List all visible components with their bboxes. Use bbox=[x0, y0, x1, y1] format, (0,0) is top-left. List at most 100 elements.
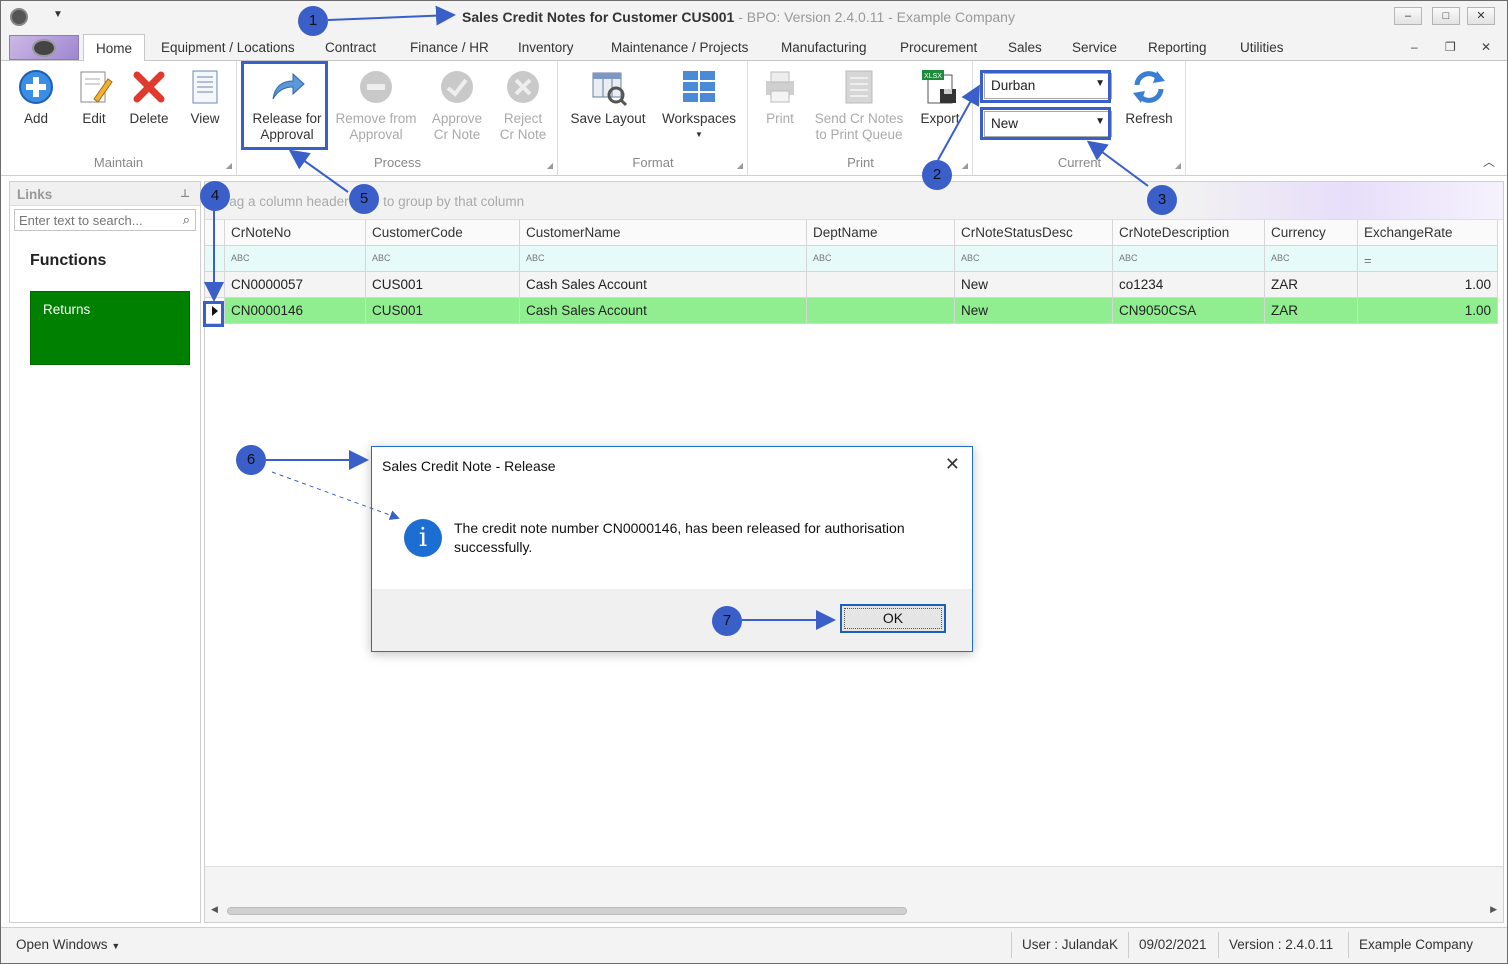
tab-sales[interactable]: Sales bbox=[1008, 40, 1042, 55]
links-search-input[interactable] bbox=[15, 210, 175, 230]
status-combo[interactable]: New ▼ bbox=[984, 111, 1112, 137]
title-bar: ▼ Sales Credit Notes for Customer CUS001… bbox=[1, 1, 1507, 34]
open-windows-dropdown[interactable]: Open Windows ▼ bbox=[16, 937, 120, 952]
group-launcher-icon[interactable]: ◢ bbox=[547, 161, 553, 170]
release-for-approval-button[interactable]: Release for Approval bbox=[246, 67, 328, 143]
cell-crnoteno[interactable]: CN0000057 bbox=[225, 272, 366, 298]
scrollbar-thumb[interactable] bbox=[227, 907, 907, 915]
site-combo[interactable]: Durban ▼ bbox=[984, 73, 1112, 99]
print-queue-icon bbox=[839, 67, 879, 107]
delete-icon bbox=[129, 67, 169, 107]
horizontal-scrollbar[interactable]: ◀ ▶ bbox=[209, 904, 1499, 918]
collapse-ribbon-icon[interactable]: ︿ bbox=[1483, 153, 1495, 170]
filter-customercode[interactable]: ABC bbox=[366, 246, 520, 272]
edit-button[interactable]: Edit bbox=[71, 67, 117, 127]
remove-from-approval-button[interactable]: Remove from Approval bbox=[334, 67, 418, 143]
search-icon[interactable]: ⌕ bbox=[183, 212, 190, 228]
column-header-crnoteno[interactable]: CrNoteNo bbox=[225, 220, 366, 246]
annotation-badge-3: 3 bbox=[1147, 185, 1177, 215]
column-header-customercode[interactable]: CustomerCode bbox=[366, 220, 520, 246]
group-launcher-icon[interactable]: ◢ bbox=[962, 161, 968, 170]
column-header-currency[interactable]: Currency bbox=[1265, 220, 1358, 246]
group-launcher-icon[interactable]: ◢ bbox=[226, 161, 232, 170]
filter-currency[interactable]: ABC bbox=[1265, 246, 1358, 272]
filter-crnoteno[interactable]: ABC bbox=[225, 246, 366, 272]
approve-cr-note-button[interactable]: Approve Cr Note bbox=[427, 67, 487, 143]
ok-button[interactable]: OK bbox=[840, 604, 946, 633]
tab-manufacturing[interactable]: Manufacturing bbox=[781, 40, 867, 55]
filter-deptname[interactable]: ABC bbox=[807, 246, 955, 272]
tab-inventory[interactable]: Inventory bbox=[518, 40, 574, 55]
column-header-deptname[interactable]: DeptName bbox=[807, 220, 955, 246]
group-launcher-icon[interactable]: ◢ bbox=[1175, 161, 1181, 170]
save-layout-button[interactable]: Save Layout bbox=[567, 67, 649, 127]
add-button[interactable]: Add bbox=[13, 67, 59, 127]
cell-currency[interactable]: ZAR bbox=[1265, 272, 1358, 298]
pin-icon[interactable]: ⊥ bbox=[180, 187, 190, 200]
cell-crnoteno[interactable]: CN0000146 bbox=[225, 298, 366, 324]
cell-crnotedescription[interactable]: CN9050CSA bbox=[1113, 298, 1265, 324]
cell-deptname[interactable] bbox=[807, 298, 955, 324]
mdi-minimize-icon[interactable]: – bbox=[1411, 40, 1418, 54]
workspaces-dropdown[interactable]: Workspaces ▼ bbox=[659, 67, 739, 143]
annotation-badge-6: 6 bbox=[236, 445, 266, 475]
scroll-right-icon[interactable]: ▶ bbox=[1490, 904, 1497, 915]
add-icon bbox=[16, 67, 56, 107]
close-icon[interactable]: ✕ bbox=[945, 454, 960, 475]
cell-exchangerate[interactable]: 1.00 bbox=[1358, 272, 1498, 298]
cell-crnotestatusdesc[interactable]: New bbox=[955, 298, 1113, 324]
ribbon-group-current: Durban ▼ New ▼ Refresh Current ◢ bbox=[974, 61, 1186, 175]
mdi-close-icon[interactable]: ✕ bbox=[1481, 40, 1491, 54]
filter-crnotestatusdesc[interactable]: ABC bbox=[955, 246, 1113, 272]
tab-finance-hr[interactable]: Finance / HR bbox=[410, 40, 489, 55]
cell-customername[interactable]: Cash Sales Account bbox=[520, 272, 807, 298]
print-button[interactable]: Print bbox=[757, 67, 803, 127]
cell-currency[interactable]: ZAR bbox=[1265, 298, 1358, 324]
cell-deptname[interactable] bbox=[807, 272, 955, 298]
app-logo-icon[interactable] bbox=[10, 8, 28, 26]
group-label-maintain: Maintain bbox=[93, 155, 144, 170]
close-button[interactable]: ✕ bbox=[1467, 7, 1495, 25]
tab-service[interactable]: Service bbox=[1072, 40, 1117, 55]
scroll-left-icon[interactable]: ◀ bbox=[211, 904, 218, 915]
row-indicator[interactable] bbox=[205, 298, 225, 324]
refresh-button[interactable]: Refresh bbox=[1120, 67, 1178, 127]
grid-footer: ◀ ▶ bbox=[205, 866, 1503, 922]
info-icon: i bbox=[404, 519, 442, 557]
mdi-restore-icon[interactable]: ❐ bbox=[1445, 40, 1456, 54]
tab-maintenance-projects[interactable]: Maintenance / Projects bbox=[611, 40, 748, 55]
send-cr-notes-to-print-queue-button[interactable]: Send Cr Notes to Print Queue bbox=[809, 67, 909, 143]
tab-reporting[interactable]: Reporting bbox=[1148, 40, 1207, 55]
application-menu-button[interactable] bbox=[9, 35, 79, 60]
column-header-customername[interactable]: CustomerName bbox=[520, 220, 807, 246]
tab-procurement[interactable]: Procurement bbox=[900, 40, 977, 55]
minimize-button[interactable]: ‒ bbox=[1394, 7, 1422, 25]
cell-customername[interactable]: Cash Sales Account bbox=[520, 298, 807, 324]
ribbon-group-format: Save Layout Workspaces ▼ Format ◢ bbox=[559, 61, 748, 175]
export-button[interactable]: XLSX Export bbox=[915, 67, 965, 127]
reject-cr-note-button[interactable]: Reject Cr Note bbox=[494, 67, 552, 143]
delete-button[interactable]: Delete bbox=[125, 67, 173, 127]
row-indicator[interactable] bbox=[205, 272, 225, 298]
column-header-crnotedescription[interactable]: CrNoteDescription bbox=[1113, 220, 1265, 246]
column-header-exchangerate[interactable]: ExchangeRate bbox=[1358, 220, 1498, 246]
returns-tile[interactable]: Returns bbox=[30, 291, 190, 365]
filter-exchangerate[interactable]: = bbox=[1358, 246, 1498, 272]
tab-equipment-locations[interactable]: Equipment / Locations bbox=[161, 40, 295, 55]
tab-home[interactable]: Home bbox=[83, 34, 146, 62]
cell-customercode[interactable]: CUS001 bbox=[366, 298, 520, 324]
maximize-button[interactable]: □ bbox=[1432, 7, 1460, 25]
filter-crnotedescription[interactable]: ABC bbox=[1113, 246, 1265, 272]
cell-crnotedescription[interactable]: co1234 bbox=[1113, 272, 1265, 298]
column-header-crnotestatusdesc[interactable]: CrNoteStatusDesc bbox=[955, 220, 1113, 246]
status-user: User : JulandaK bbox=[1022, 937, 1119, 952]
cell-exchangerate[interactable]: 1.00 bbox=[1358, 298, 1498, 324]
group-launcher-icon[interactable]: ◢ bbox=[737, 161, 743, 170]
view-button[interactable]: View bbox=[183, 67, 227, 127]
tab-utilities[interactable]: Utilities bbox=[1240, 40, 1284, 55]
tab-contract[interactable]: Contract bbox=[325, 40, 376, 55]
filter-customername[interactable]: ABC bbox=[520, 246, 807, 272]
quick-access-dropdown-icon[interactable]: ▼ bbox=[53, 9, 63, 20]
cell-customercode[interactable]: CUS001 bbox=[366, 272, 520, 298]
cell-crnotestatusdesc[interactable]: New bbox=[955, 272, 1113, 298]
